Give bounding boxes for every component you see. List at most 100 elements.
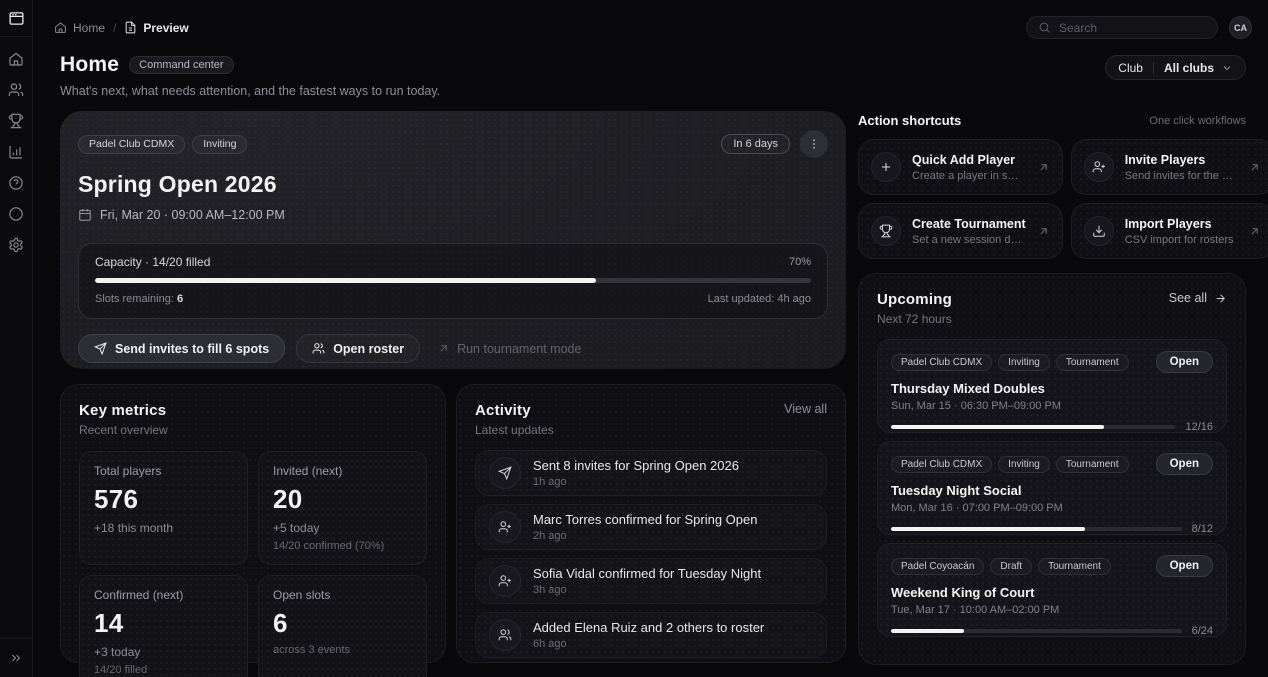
event-card: Padel Club CDMX Inviting Tournament Open… — [877, 339, 1227, 433]
club-badge: Padel Club CDMX — [891, 456, 992, 473]
user-plus-icon — [489, 511, 521, 543]
trophy-icon — [8, 113, 24, 129]
arrow-right-icon — [1214, 292, 1227, 305]
open-event-button[interactable]: Open — [1156, 351, 1213, 373]
event-capacity-count: 12/16 — [1185, 421, 1213, 433]
command-center-badge: Command center — [129, 56, 233, 74]
capacity-label: Capacity · 14/20 filled — [95, 255, 210, 269]
activity-subtitle: Latest updates — [475, 423, 554, 437]
calendar-icon — [78, 208, 92, 222]
app-window-icon — [8, 10, 25, 27]
users-icon — [8, 82, 24, 98]
chevron-down-icon — [1221, 62, 1233, 74]
event-progress-fill — [891, 629, 964, 633]
slots-remaining: Slots remaining: 6 — [95, 293, 183, 305]
event-datetime: Tue, Mar 17 · 10:00 AM–02:00 PM — [891, 604, 1213, 616]
users-icon — [489, 619, 521, 651]
featured-event-card: Padel Club CDMX Inviting In 6 days Sprin… — [60, 111, 846, 369]
arrow-up-right-icon — [1037, 161, 1050, 174]
user-plus-icon — [1084, 152, 1114, 182]
download-icon — [1084, 216, 1114, 246]
home-icon — [8, 51, 24, 67]
metric-tile: Invited (next) 20 +5 today 14/20 confirm… — [258, 451, 427, 565]
shortcut-invite-players[interactable]: Invite PlayersSend invites for the nex… — [1071, 139, 1268, 195]
countdown-badge: In 6 days — [721, 134, 790, 154]
event-card: Padel Coyoacán Draft Tournament Open Wee… — [877, 543, 1227, 637]
run-tournament-button[interactable]: Run tournament mode — [431, 334, 587, 363]
upcoming-subtitle: Next 72 hours — [877, 312, 952, 326]
event-progress-fill — [891, 425, 1104, 429]
activity-item: Added Elena Ruiz and 2 others to roster6… — [475, 612, 827, 658]
type-badge: Tournament — [1056, 456, 1129, 473]
activity-item: Sent 8 invites for Spring Open 20261h ag… — [475, 450, 827, 496]
arrow-up-right-icon — [437, 342, 450, 355]
club-filter-label: Club — [1118, 61, 1143, 75]
last-updated: Last updated: 4h ago — [708, 293, 811, 305]
search-input[interactable] — [1059, 21, 1189, 35]
event-title: Thursday Mixed Doubles — [891, 381, 1213, 396]
shortcuts-title: Action shortcuts — [858, 113, 961, 128]
users-icon — [312, 342, 325, 355]
key-metrics-card: Key metrics Recent overview Total player… — [60, 384, 446, 663]
shortcut-create-tournament[interactable]: Create TournamentSet a new session date… — [858, 203, 1063, 259]
metric-tile: Total players 576 +18 this month — [79, 451, 248, 565]
divider — [1153, 62, 1154, 74]
capacity-progress-fill — [95, 278, 596, 283]
send-icon — [94, 342, 107, 355]
status-badge: Inviting — [998, 456, 1050, 473]
event-datetime: Fri, Mar 20 · 09:00 AM–12:00 PM — [100, 208, 285, 222]
event-progress-track — [891, 425, 1175, 429]
type-badge: Tournament — [1038, 558, 1111, 575]
chevrons-right-icon — [9, 651, 23, 665]
club-badge: Padel Club CDMX — [78, 135, 185, 154]
sidebar-expand-button[interactable] — [0, 638, 32, 677]
app-logo[interactable] — [0, 0, 32, 37]
club-badge: Padel Club CDMX — [891, 354, 992, 371]
sidebar-item-players[interactable] — [8, 82, 24, 98]
activity-card: Activity Latest updates View all Sent 8 … — [456, 384, 846, 663]
sidebar-item-analytics[interactable] — [8, 144, 24, 160]
main-area: Home / Preview CA Home Command center — [33, 0, 1268, 677]
upcoming-card: Upcoming Next 72 hours See all Padel Clu… — [858, 273, 1246, 665]
home-icon — [54, 21, 67, 34]
metric-tile: Confirmed (next) 14 +3 today 14/20 fille… — [79, 575, 248, 677]
arrow-up-right-icon — [1037, 225, 1050, 238]
breadcrumb: Home / Preview — [54, 21, 189, 35]
sidebar-item-settings[interactable] — [8, 237, 24, 253]
shortcut-import-players[interactable]: Import PlayersCSV import for rosters — [1071, 203, 1268, 259]
activity-title: Activity — [475, 402, 554, 419]
more-menu-button[interactable] — [800, 130, 828, 158]
breadcrumb-separator: / — [113, 21, 116, 35]
sidebar — [0, 0, 33, 677]
open-roster-button[interactable]: Open roster — [296, 334, 420, 363]
metric-tile: Open slots 6 across 3 events — [258, 575, 427, 677]
event-datetime: Mon, Mar 16 · 07:00 PM–09:00 PM — [891, 502, 1213, 514]
capacity-progress-track — [95, 278, 811, 283]
event-card: Padel Club CDMX Inviting Tournament Open… — [877, 441, 1227, 535]
activity-item: Marc Torres confirmed for Spring Open2h … — [475, 504, 827, 550]
event-datetime: Sun, Mar 15 · 06:30 PM–09:00 PM — [891, 400, 1213, 412]
help-circle-icon — [8, 175, 24, 191]
send-invites-button[interactable]: Send invites to fill 6 spots — [78, 334, 285, 363]
breadcrumb-home[interactable]: Home — [54, 21, 105, 35]
view-all-link[interactable]: View all — [784, 402, 827, 416]
sidebar-item-tournaments[interactable] — [8, 113, 24, 129]
key-metrics-title: Key metrics — [79, 402, 168, 419]
trophy-icon — [871, 216, 901, 246]
circle-icon — [8, 206, 24, 222]
see-all-link[interactable]: See all — [1169, 291, 1227, 305]
breadcrumb-current: Preview — [124, 21, 188, 35]
open-event-button[interactable]: Open — [1156, 555, 1213, 577]
event-progress-track — [891, 527, 1182, 531]
sidebar-item-home[interactable] — [8, 51, 24, 67]
avatar[interactable]: CA — [1229, 16, 1252, 39]
breadcrumb-current-label: Preview — [143, 21, 188, 35]
event-capacity-count: 6/24 — [1192, 625, 1213, 637]
activity-item: Sofia Vidal confirmed for Tuesday Night3… — [475, 558, 827, 604]
sidebar-item-help[interactable] — [8, 175, 24, 191]
sidebar-item-clubs[interactable] — [8, 206, 24, 222]
club-filter[interactable]: Club All clubs — [1105, 55, 1246, 80]
open-event-button[interactable]: Open — [1156, 453, 1213, 475]
search-bar[interactable] — [1026, 16, 1218, 39]
shortcut-quick-add-player[interactable]: Quick Add PlayerCreate a player in seco… — [858, 139, 1063, 195]
